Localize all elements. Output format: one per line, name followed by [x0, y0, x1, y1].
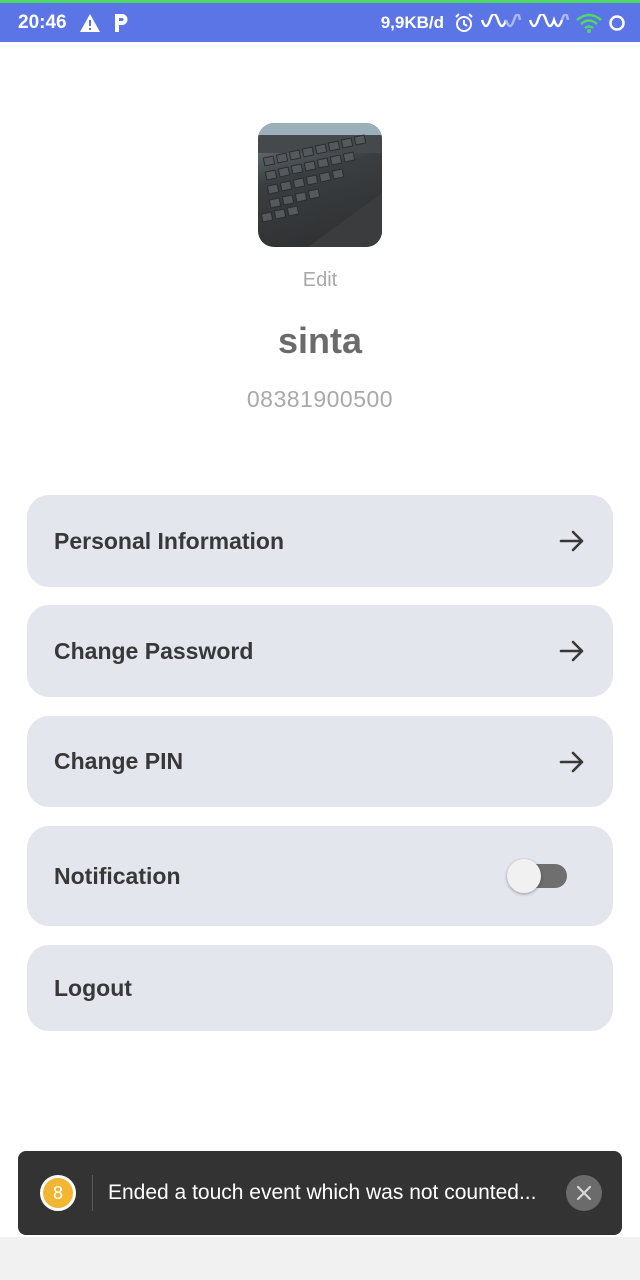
- wifi-icon: [576, 13, 602, 33]
- notification-toggle[interactable]: [507, 859, 567, 893]
- avatar[interactable]: [258, 123, 382, 247]
- personal-information-button[interactable]: Personal Information: [27, 495, 613, 587]
- close-icon[interactable]: [566, 1175, 602, 1211]
- menu-label: Change Password: [54, 637, 254, 664]
- parking-icon: [113, 13, 129, 33]
- toast-count-badge: 8: [40, 1175, 76, 1211]
- arrow-right-icon: [559, 640, 585, 662]
- warning-icon: [79, 13, 101, 33]
- circle-icon: [608, 14, 626, 32]
- toggle-knob: [507, 859, 541, 893]
- notification-row: Notification: [27, 826, 613, 926]
- signal-wave-icon: [480, 13, 522, 32]
- menu-label: Personal Information: [54, 527, 285, 554]
- alarm-icon: [454, 12, 474, 33]
- menu-label: Logout: [54, 974, 132, 1001]
- edit-photo-link[interactable]: Edit: [0, 269, 640, 292]
- toast-notification: 8 Ended a touch event which was not coun…: [18, 1151, 622, 1235]
- logout-button[interactable]: Logout: [27, 945, 613, 1031]
- user-phone: 08381900500: [246, 386, 394, 412]
- status-time: 20:46: [18, 11, 67, 33]
- arrow-right-icon: [559, 530, 585, 552]
- status-bar: 20:46 9,9KB/d: [0, 0, 640, 42]
- change-password-button[interactable]: Change Password: [27, 605, 613, 697]
- menu-label: Notification: [54, 862, 181, 889]
- menu-label: Change PIN: [54, 748, 184, 774]
- toast-message: Ended a touch event which was not counte…: [108, 1181, 537, 1204]
- arrow-right-icon: [559, 751, 585, 773]
- bottom-navigation-area: [0, 1237, 640, 1280]
- change-pin-button[interactable]: Change PIN: [27, 716, 613, 807]
- toast-divider: [92, 1175, 93, 1211]
- user-name: sinta: [277, 320, 363, 361]
- network-speed: 9,9KB/d: [380, 12, 444, 32]
- signal-wave-icon: [528, 13, 570, 32]
